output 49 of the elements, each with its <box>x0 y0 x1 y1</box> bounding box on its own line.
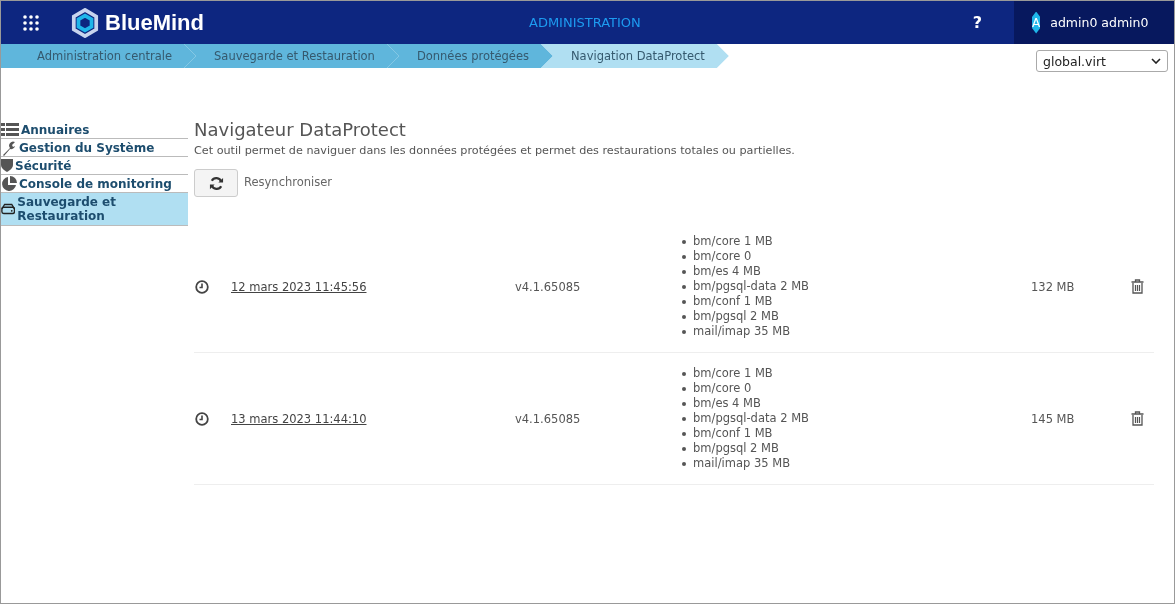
domain-select[interactable]: global.virt <box>1036 50 1168 72</box>
backup-part-item: bm/conf 1 MB <box>681 294 1031 309</box>
user-avatar: A <box>1032 11 1041 34</box>
delete-icon[interactable] <box>1131 411 1144 426</box>
backup-part-item: bm/es 4 MB <box>681 396 1031 411</box>
sidebar-item[interactable]: Annuaires <box>1 121 188 139</box>
backup-size: 145 MB <box>1031 411 1076 426</box>
refresh-icon <box>208 175 224 191</box>
wrench-icon <box>1 139 17 156</box>
page-title: Navigateur DataProtect <box>194 119 407 140</box>
version-text: v4.1.65085 <box>515 411 582 426</box>
version-text: v4.1.65085 <box>515 279 582 294</box>
sidebar-item[interactable]: Gestion du Système <box>1 139 188 157</box>
backup-part-item: bm/pgsql 2 MB <box>681 441 1031 456</box>
breadcrumb-link[interactable]: Navigation DataProtect <box>541 44 729 68</box>
sidebar-item[interactable]: Sécurité <box>1 157 188 175</box>
backup-part-item: bm/pgsql-data 2 MB <box>681 411 1031 426</box>
user-menu[interactable]: A admin0 admin0 <box>1014 1 1174 44</box>
backup-size: 132 MB <box>1031 279 1076 294</box>
shield-icon <box>1 158 13 173</box>
help-button[interactable]: ? <box>966 12 988 33</box>
page-description: Cet outil permet de naviguer dans les données protégées et permet des restaurations totales ou partielles. <box>194 144 796 157</box>
backup-part-item: bm/core 0 <box>681 249 1031 264</box>
section-title: ADMINISTRATION <box>529 15 641 30</box>
backup-date-link[interactable]: 12 mars 2023 11:45:56 <box>231 279 515 294</box>
app-name: BlueMind <box>105 9 204 36</box>
backup-part-item: bm/pgsql 2 MB <box>681 309 1031 324</box>
apps-grid-icon[interactable] <box>23 14 39 31</box>
clock-icon <box>195 279 209 294</box>
sidebar-item[interactable]: Sauvegarde et Restauration <box>1 193 188 226</box>
backup-part-item: mail/imap 35 MB <box>681 324 1031 339</box>
chevron-down-icon <box>1151 58 1161 64</box>
backup-part-item: bm/es 4 MB <box>681 264 1031 279</box>
resync-button[interactable] <box>194 169 238 197</box>
delete-icon[interactable] <box>1131 279 1144 294</box>
logo-icon <box>71 7 99 38</box>
backup-date-link[interactable]: 13 mars 2023 11:44:10 <box>231 411 515 426</box>
backup-part-item: bm/pgsql-data 2 MB <box>681 279 1031 294</box>
backup-part-item: bm/core 1 MB <box>681 234 1031 249</box>
drive-icon <box>1 203 16 215</box>
resync-label: Resynchroniser <box>244 174 333 189</box>
backup-part-item: bm/conf 1 MB <box>681 426 1031 441</box>
backup-part-item: bm/core 1 MB <box>681 366 1031 381</box>
clock-icon <box>195 411 209 426</box>
backup-part-item: bm/core 0 <box>681 381 1031 396</box>
pie-chart-icon <box>1 175 17 192</box>
list-icon <box>1 122 19 137</box>
user-name: admin0 admin0 <box>1050 15 1149 30</box>
backup-part-item: mail/imap 35 MB <box>681 456 1031 471</box>
